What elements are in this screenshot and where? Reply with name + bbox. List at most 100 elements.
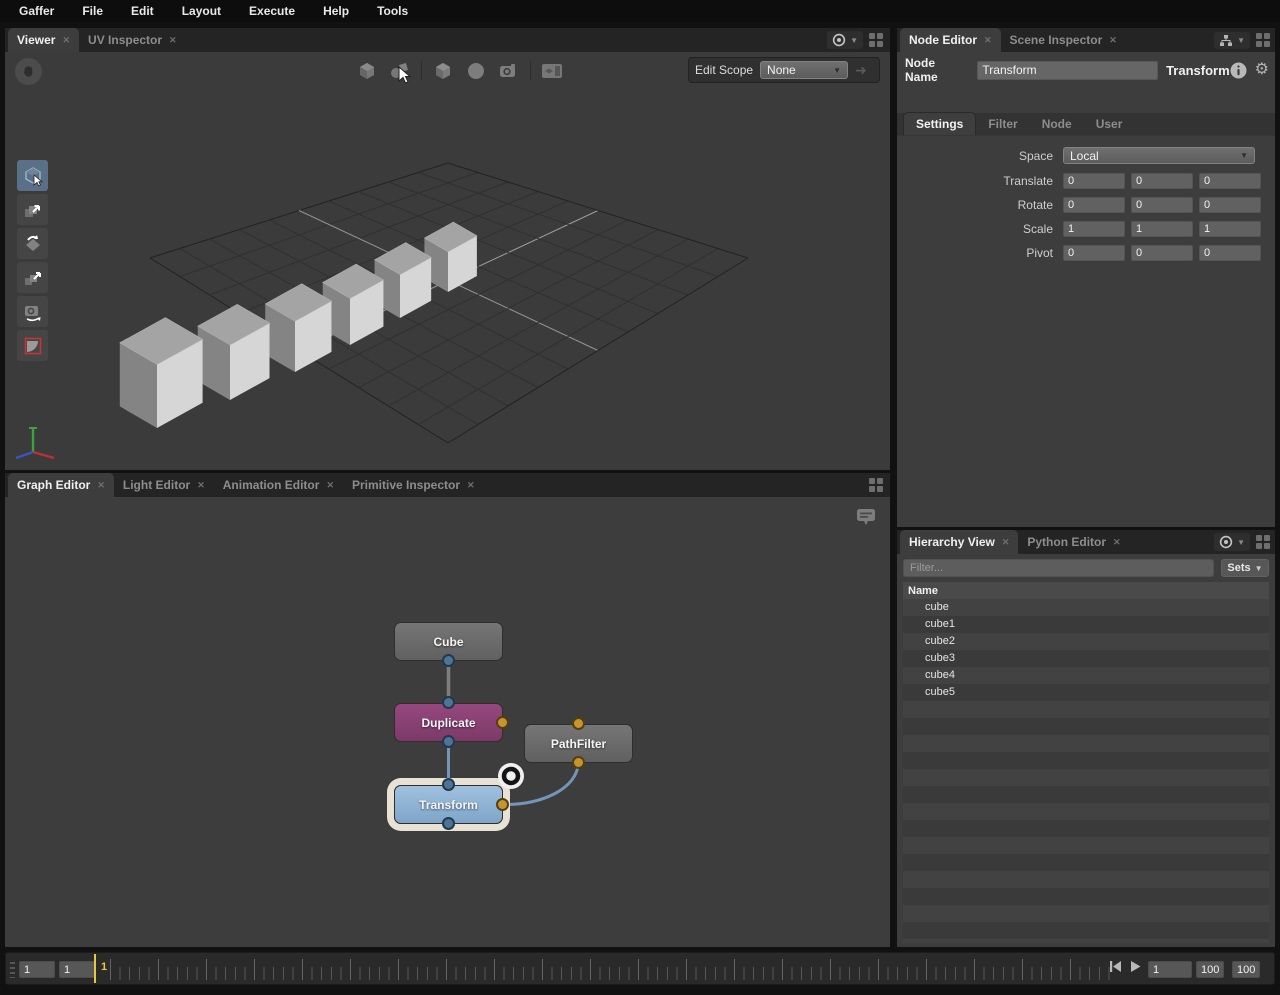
close-icon[interactable]: ✕ bbox=[1002, 537, 1010, 548]
editor-focus-menu[interactable]: ▼ bbox=[1214, 31, 1250, 49]
rotate-z-field[interactable] bbox=[1199, 196, 1261, 213]
close-icon[interactable]: ✕ bbox=[984, 35, 992, 46]
close-icon[interactable]: ✕ bbox=[169, 35, 177, 46]
filter-input[interactable] bbox=[903, 559, 1214, 577]
layout-menu-icon[interactable] bbox=[869, 477, 884, 493]
rotate-x-field[interactable] bbox=[1063, 196, 1125, 213]
sphere-icon[interactable] bbox=[464, 59, 488, 83]
playhead[interactable] bbox=[94, 954, 96, 983]
translate-z-field[interactable] bbox=[1199, 172, 1261, 189]
connector-out-duplicate[interactable] bbox=[442, 735, 455, 748]
connector-out-pathfilter[interactable] bbox=[572, 756, 585, 769]
pivot-y-field[interactable] bbox=[1131, 244, 1193, 261]
layout-menu-icon[interactable] bbox=[869, 32, 884, 48]
focus-indicator-icon[interactable] bbox=[496, 761, 526, 791]
viewer-panel: Viewer ✕ UV Inspector ✕ ▼ Edit Scope Non… bbox=[5, 28, 890, 470]
app-window: { "menu": { "items": ["Gaffer", "File", … bbox=[0, 0, 1280, 995]
scale-x-field[interactable] bbox=[1063, 220, 1125, 237]
scale-z-field[interactable] bbox=[1199, 220, 1261, 237]
connector-in-transform[interactable] bbox=[442, 778, 455, 791]
menu-gaffer[interactable]: Gaffer bbox=[5, 0, 68, 22]
translate-tool[interactable] bbox=[17, 194, 48, 225]
close-icon[interactable]: ✕ bbox=[97, 480, 105, 491]
rotate-y-field[interactable] bbox=[1131, 196, 1193, 213]
connector-out-cube[interactable] bbox=[442, 654, 455, 667]
scale-tool[interactable] bbox=[17, 262, 48, 293]
connector-out-transform[interactable] bbox=[442, 817, 455, 830]
tab-animation-editor[interactable]: Animation Editor ✕ bbox=[214, 473, 343, 497]
hierarchy-focus-menu[interactable]: ▼ bbox=[1214, 533, 1250, 551]
close-icon[interactable]: ✕ bbox=[326, 480, 334, 491]
list-item[interactable]: cube3 bbox=[903, 650, 1269, 667]
list-item[interactable]: cube4 bbox=[903, 667, 1269, 684]
layout-menu-icon[interactable] bbox=[1256, 32, 1271, 48]
list-item[interactable]: cube1 bbox=[903, 616, 1269, 633]
sets-dropdown[interactable]: Sets ▼ bbox=[1221, 559, 1269, 577]
translate-x-field[interactable] bbox=[1063, 172, 1125, 189]
close-icon[interactable]: ✕ bbox=[467, 480, 475, 491]
camera-tool[interactable] bbox=[17, 296, 48, 327]
pivot-x-field[interactable] bbox=[1063, 244, 1125, 261]
space-dropdown[interactable]: Local ▼ bbox=[1063, 147, 1255, 164]
pivot-z-field[interactable] bbox=[1199, 244, 1261, 261]
list-item[interactable]: cube bbox=[903, 599, 1269, 616]
connector-in-duplicate[interactable] bbox=[442, 696, 455, 709]
menu-file[interactable]: File bbox=[68, 0, 117, 22]
tab-uv-inspector[interactable]: UV Inspector ✕ bbox=[79, 28, 186, 52]
rotate-tool[interactable] bbox=[17, 228, 48, 259]
edit-scope-jump-icon[interactable]: ➜ bbox=[855, 62, 867, 79]
current-frame-field[interactable] bbox=[1148, 961, 1192, 978]
crop-window-tool[interactable] bbox=[17, 330, 48, 361]
connector-filter-transform[interactable] bbox=[496, 798, 509, 811]
range-end-field-2[interactable] bbox=[1232, 961, 1260, 978]
gear-icon[interactable]: ⚙ bbox=[1255, 62, 1269, 78]
tab-node-editor[interactable]: Node Editor ✕ bbox=[900, 28, 1001, 52]
menu-help[interactable]: Help bbox=[309, 0, 363, 22]
viewport[interactable]: Edit Scope None ▼ ➜ bbox=[5, 52, 890, 470]
range-end-field[interactable] bbox=[1196, 961, 1224, 978]
column-header-name[interactable]: Name bbox=[903, 582, 1269, 599]
node-name-input[interactable] bbox=[977, 60, 1159, 80]
tab-hierarchy-view[interactable]: Hierarchy View ✕ bbox=[900, 530, 1019, 554]
info-icon[interactable] bbox=[1230, 62, 1247, 79]
shading-mode-icon[interactable] bbox=[355, 59, 379, 83]
image-pass-icon[interactable] bbox=[540, 59, 564, 83]
close-icon[interactable]: ✕ bbox=[1109, 35, 1117, 46]
menu-tools[interactable]: Tools bbox=[363, 0, 422, 22]
frame-snap-field[interactable] bbox=[59, 961, 95, 978]
node-graph-canvas[interactable]: Cube Duplicate PathFilter Transform bbox=[5, 497, 890, 947]
connector-in-pathfilter[interactable] bbox=[572, 717, 585, 730]
close-icon[interactable]: ✕ bbox=[1113, 537, 1121, 548]
subtab-settings[interactable]: Settings bbox=[903, 112, 977, 135]
tab-python-editor[interactable]: Python Editor ✕ bbox=[1018, 530, 1129, 554]
select-tool[interactable] bbox=[17, 160, 48, 191]
menu-edit[interactable]: Edit bbox=[117, 0, 168, 22]
menu-execute[interactable]: Execute bbox=[235, 0, 309, 22]
subtab-filter[interactable]: Filter bbox=[976, 112, 1029, 135]
tab-scene-inspector[interactable]: Scene Inspector ✕ bbox=[1001, 28, 1126, 52]
tab-viewer[interactable]: Viewer ✕ bbox=[8, 28, 80, 52]
menu-layout[interactable]: Layout bbox=[168, 0, 235, 22]
play-icon[interactable] bbox=[1129, 960, 1142, 973]
list-item[interactable]: cube5 bbox=[903, 684, 1269, 701]
viewer-settings-menu[interactable]: ▼ bbox=[827, 31, 863, 49]
scale-y-field[interactable] bbox=[1131, 220, 1193, 237]
tab-light-editor[interactable]: Light Editor ✕ bbox=[114, 473, 214, 497]
translate-y-field[interactable] bbox=[1131, 172, 1193, 189]
drag-handle[interactable] bbox=[10, 962, 15, 978]
tab-primitive-inspector[interactable]: Primitive Inspector ✕ bbox=[343, 473, 484, 497]
close-icon[interactable]: ✕ bbox=[62, 35, 70, 46]
close-icon[interactable]: ✕ bbox=[197, 480, 205, 491]
subtab-node[interactable]: Node bbox=[1030, 112, 1084, 135]
pan-hand-icon[interactable] bbox=[15, 58, 42, 85]
expansion-cube-icon[interactable] bbox=[431, 59, 455, 83]
edit-scope-dropdown[interactable]: None ▼ bbox=[760, 61, 849, 79]
subtab-user[interactable]: User bbox=[1084, 112, 1135, 135]
camera-icon[interactable] bbox=[497, 59, 521, 83]
tab-graph-editor[interactable]: Graph Editor ✕ bbox=[8, 473, 114, 497]
connector-filter-duplicate[interactable] bbox=[496, 716, 509, 729]
frame-start-field[interactable] bbox=[19, 961, 55, 978]
skip-to-start-icon[interactable] bbox=[1109, 960, 1122, 973]
list-item[interactable]: cube2 bbox=[903, 633, 1269, 650]
layout-menu-icon[interactable] bbox=[1256, 534, 1271, 550]
